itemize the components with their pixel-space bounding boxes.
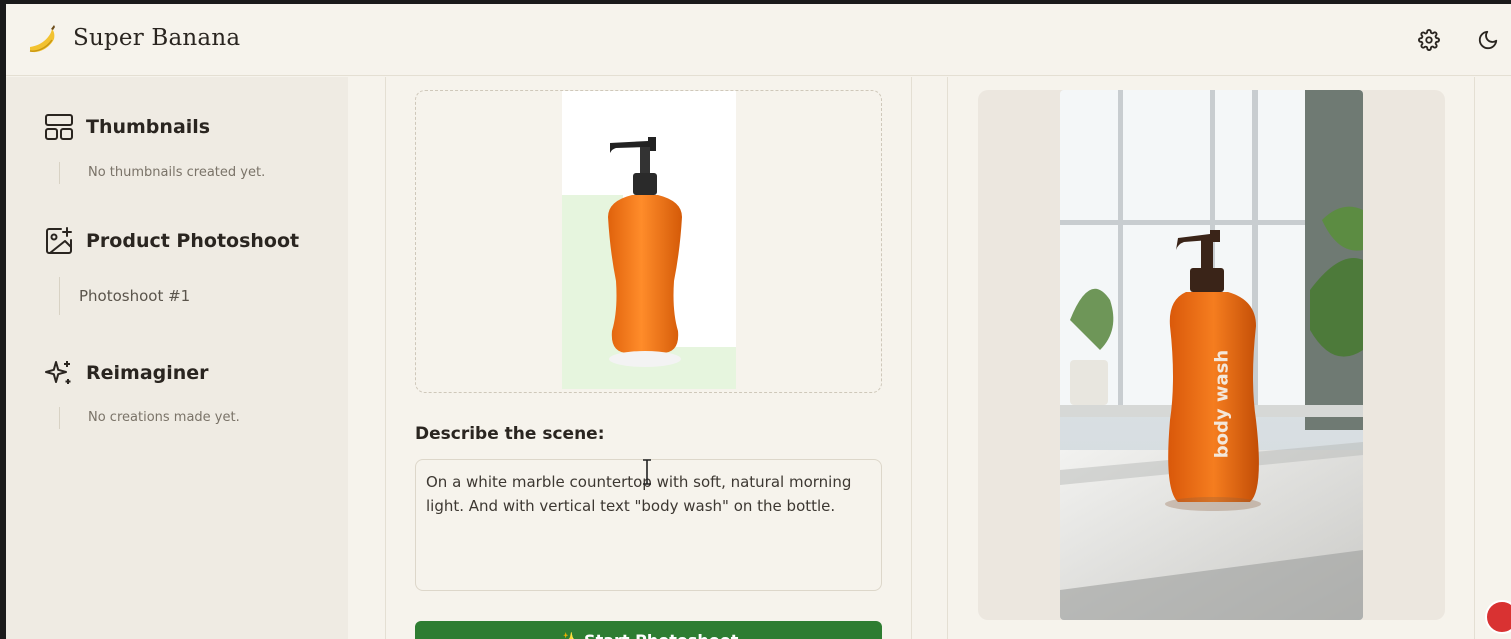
top-bar: Super Banana <box>6 4 1511 76</box>
column-divider <box>1474 77 1475 639</box>
sidebar-item-label: Thumbnails <box>86 116 211 138</box>
app-window: Super Banana Thumbnails No thumbnails cr… <box>6 4 1511 639</box>
scene-label: Describe the scene: <box>415 424 605 444</box>
sidebar-item-label: Reimaginer <box>86 362 209 384</box>
photoshoot-list-item[interactable]: Photoshoot #1 <box>59 277 190 315</box>
thumbnails-empty-text: No thumbnails created yet. <box>59 162 265 184</box>
moon-icon <box>1478 30 1498 50</box>
pump-bottle-image <box>608 137 682 367</box>
column-divider <box>947 77 948 639</box>
start-photoshoot-button[interactable]: ✨ Start Photoshoot <box>415 621 882 639</box>
sidebar-item-product-photoshoot[interactable]: Product Photoshoot <box>44 226 299 256</box>
sidebar: Thumbnails No thumbnails created yet. Pr… <box>6 77 348 639</box>
subscribe-badge-icon <box>1485 600 1511 634</box>
gear-icon <box>1418 29 1440 51</box>
generated-photo[interactable]: body wash <box>1060 90 1363 620</box>
banana-logo-icon <box>29 25 55 53</box>
theme-toggle-button[interactable] <box>1472 24 1504 56</box>
sidebar-item-label: Product Photoshoot <box>86 230 300 252</box>
layout-icon <box>45 114 73 140</box>
uploaded-product-image <box>562 91 736 389</box>
product-image-dropzone[interactable] <box>415 90 882 393</box>
reimaginer-empty-text: No creations made yet. <box>59 407 240 429</box>
image-plus-icon <box>46 227 72 254</box>
bottle-vertical-text: body wash <box>1211 349 1233 459</box>
column-divider <box>385 77 386 639</box>
text-cursor-icon <box>643 459 651 485</box>
sidebar-item-thumbnails[interactable]: Thumbnails <box>44 113 210 141</box>
column-divider <box>911 77 912 639</box>
result-panel: body wash <box>978 90 1445 620</box>
app-title: Super Banana <box>73 25 241 51</box>
settings-button[interactable] <box>1413 24 1445 56</box>
sparkles-icon <box>45 361 71 384</box>
sidebar-item-reimaginer[interactable]: Reimaginer <box>44 358 209 388</box>
